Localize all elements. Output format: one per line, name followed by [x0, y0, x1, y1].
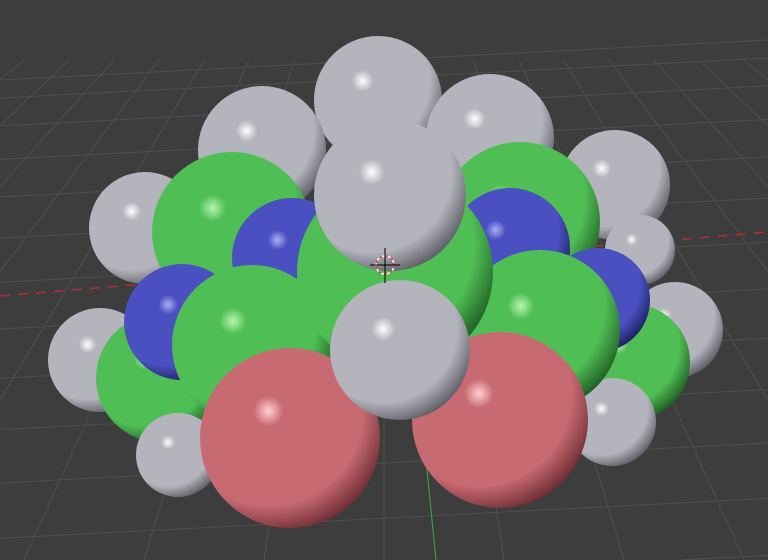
- 3d-viewport[interactable]: [0, 0, 768, 560]
- hydrogen-atom[interactable]: [330, 280, 470, 420]
- grid-line: [743, 59, 768, 81]
- grid-line: [653, 59, 768, 188]
- viewport-canvas[interactable]: [0, 0, 768, 560]
- hydrogen-atom[interactable]: [314, 119, 466, 271]
- grid-line: [0, 59, 70, 127]
- grid-line: [0, 59, 25, 81]
- grid-line: [680, 554, 768, 560]
- grid-line: [698, 59, 768, 127]
